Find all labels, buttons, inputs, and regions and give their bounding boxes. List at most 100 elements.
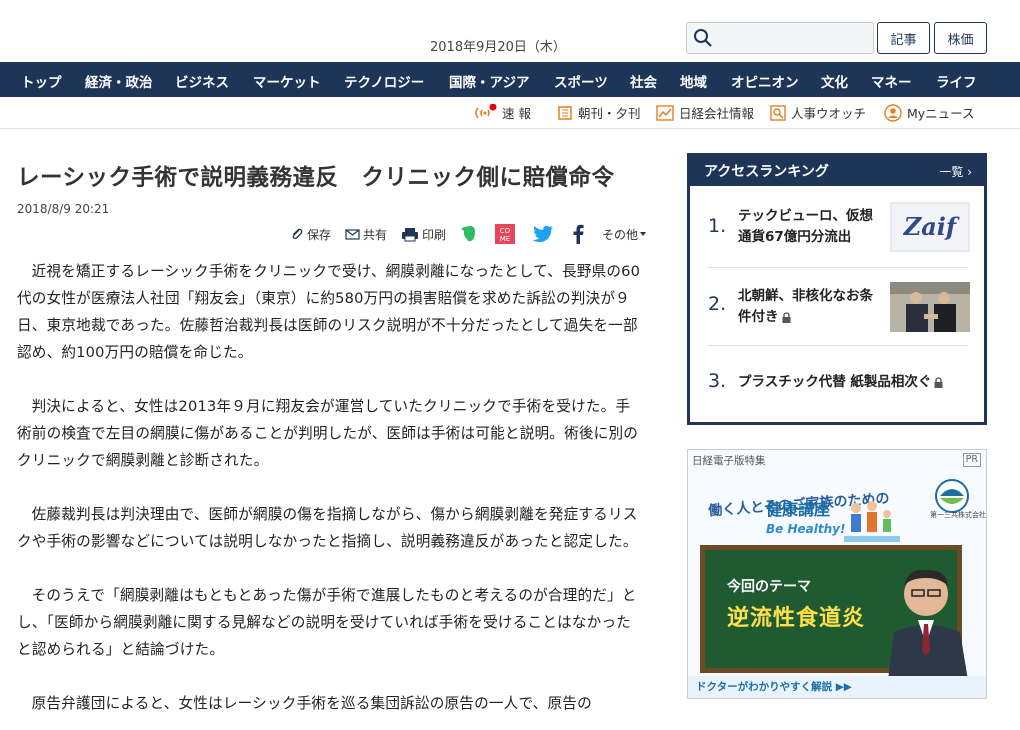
current-date: 2018年9月20日（木） [430,40,566,55]
nav-opinion[interactable]: オピニオン [731,71,799,91]
rank-title: 北朝鮮、非核化なお条件付き [738,288,873,325]
evernote-button[interactable] [460,224,481,244]
nav-region[interactable]: 地域 [680,71,707,91]
summit-photo-thumbnail [890,282,970,332]
ranking-item-1[interactable]: 1. テックビューロ、仮想通貨67億円分流出 Zaif [708,190,970,268]
paperclip-icon [292,228,303,240]
jinji-watch-label: 人事ウオッチ [791,106,867,121]
nav-sports[interactable]: スポーツ [554,71,608,91]
paragraph: 佐藤裁判長は判決理由で、医師が網膜の傷を指摘しながら、傷から網膜剥離を発症するリ… [17,506,638,550]
breaking-news-link[interactable]: 速 報 [473,103,531,122]
article-headline: レーシック手術で説明義務違反 クリニック側に賠償命令 [17,165,615,191]
chart-icon [656,104,674,121]
facebook-button[interactable] [571,224,588,244]
mail-icon [345,228,360,240]
main-nav: トップ 経済・政治 ビジネス マーケット テクノロジー 国際・アジア スポーツ … [0,62,1020,97]
nav-economy-politics[interactable]: 経済・政治 [85,71,153,91]
nav-international[interactable]: 国際・アジア [449,71,529,91]
top-bar: 2018年9月20日（木） 記事 株価 [0,0,1020,62]
stock-search-button[interactable]: 株価 [934,22,987,54]
printer-icon [401,227,418,241]
paragraph: そのうえで「網膜剥離はもともとあった傷が手術で進展したものと考えるのが合理的だ」… [17,587,637,658]
family-illustration [844,501,900,542]
search-input[interactable] [719,27,869,49]
more-share-label: その他 [601,227,638,242]
nav-life[interactable]: ライフ [936,71,977,91]
morning-evening-paper-link[interactable]: 朝刊・夕刊 [557,103,641,122]
twitter-icon [532,225,553,242]
ranking-item-3[interactable]: 3. プラスチック代替 紙製品相次ぐ [708,346,968,416]
nav-top[interactable]: トップ [21,71,62,91]
lock-icon [782,311,790,323]
ad-label: 日経電子版特集 [692,455,766,467]
chevron-right-icon: › [967,164,972,179]
sub-nav: 速 報 朝刊・夕刊 日経会社情報 人事ウオッチ Myニュース [0,97,1020,129]
more-share-button[interactable]: その他 [602,226,651,243]
paragraph: 近視を矯正するレーシック手術をクリニックで受け、網膜剥離になったとして、長野県の… [17,263,641,361]
breaking-news-icon [475,103,497,118]
paper-label: 朝刊・夕刊 [578,106,641,121]
pr-badge: PR [962,453,981,467]
rank-title-wrap: プラスチック代替 紙製品相次ぐ [738,372,978,393]
rank-title: プラスチック代替 紙製品相次ぐ [738,374,932,390]
ad-title: 健康講座 [766,500,831,519]
article-search-button[interactable]: 記事 [877,22,930,54]
ad-sponsor: 第一三共株式会社 [930,511,986,519]
share-label: 共有 [362,227,387,242]
svg-text:CO: CO [500,227,511,235]
newspaper-icon [558,105,572,120]
jinji-watch-link[interactable]: 人事ウオッチ [770,103,866,122]
ad-behealthy: Be Healthy! [766,522,846,536]
article-body: 近視を矯正するレーシック手術をクリニックで受け、網膜剥離になったとして、長野県の… [17,258,642,730]
print-button[interactable]: 印刷 [401,226,446,243]
twitter-button[interactable] [532,225,557,243]
rank-number: 1. [708,215,727,237]
user-icon [884,103,902,122]
breaking-news-label: 速 報 [502,106,531,121]
rank-number: 2. [708,293,727,315]
share-toolbar: 保存 共有 印刷 CO ME その他 [276,224,651,244]
paragraph: 判決によると、女性は2013年９月に翔友会が運営していたクリニックで手術を受けた… [17,398,639,469]
article-date: 2018/8/9 20:21 [17,202,110,216]
facebook-icon [573,224,584,244]
come-button[interactable]: CO ME [494,224,518,244]
search-box[interactable] [686,22,874,54]
ad-theme-label: 今回のテーマ [727,579,811,595]
nav-technology[interactable]: テクノロジー [344,71,424,91]
nav-money[interactable]: マネー [871,71,912,91]
svg-text:ME: ME [500,235,510,243]
company-info-link[interactable]: 日経会社情報 [656,103,754,122]
share-button[interactable]: 共有 [345,226,387,243]
nav-market[interactable]: マーケット [253,71,321,91]
rank-title: テックビューロ、仮想通貨67億円分流出 [738,208,873,245]
ad-banner[interactable]: 日経電子版特集 PR 働く人とそのご家族のための 健康講座 Be Healthy… [687,449,987,699]
magnifier-person-icon [770,104,786,121]
ranking-item-2[interactable]: 2. 北朝鮮、非核化なお条件付き [708,268,970,346]
nav-business[interactable]: ビジネス [175,71,229,91]
nav-culture[interactable]: 文化 [821,71,848,91]
ranking-more-link[interactable]: 一覧 › [939,163,972,180]
rank-number: 3. [708,370,727,392]
paragraph: 原告弁護団によると、女性はレーシック手術を巡る集団訴訟の原告の一人で、原告の [31,695,592,712]
access-ranking: アクセスランキング 一覧 › 1. テックビューロ、仮想通貨67億円分流出 Za… [687,153,987,425]
my-news-link[interactable]: Myニュース [884,103,975,122]
lock-icon [934,376,943,388]
come-icon: CO ME [494,224,515,244]
ranking-header: アクセスランキング 一覧 › [690,156,984,186]
ad-footer: ドクターがわかりやすく解説 ▶▶ [688,676,986,698]
nav-society[interactable]: 社会 [630,71,657,91]
evernote-icon [460,226,475,242]
svg-text:Zaif: Zaif [903,212,960,241]
ranking-more-label: 一覧 [939,164,964,179]
my-news-label: Myニュース [907,106,975,121]
zaif-logo-thumbnail: Zaif [890,202,970,252]
daiichi-sankyo-logo [935,479,969,513]
save-label: 保存 [306,227,331,242]
doctor-photo [888,569,968,680]
company-info-label: 日経会社情報 [679,106,755,121]
save-button[interactable]: 保存 [290,226,331,243]
ad-theme: 逆流性食道炎 [727,606,866,631]
caret-down-icon [640,232,646,236]
print-label: 印刷 [421,227,446,242]
search-icon[interactable] [693,28,713,48]
